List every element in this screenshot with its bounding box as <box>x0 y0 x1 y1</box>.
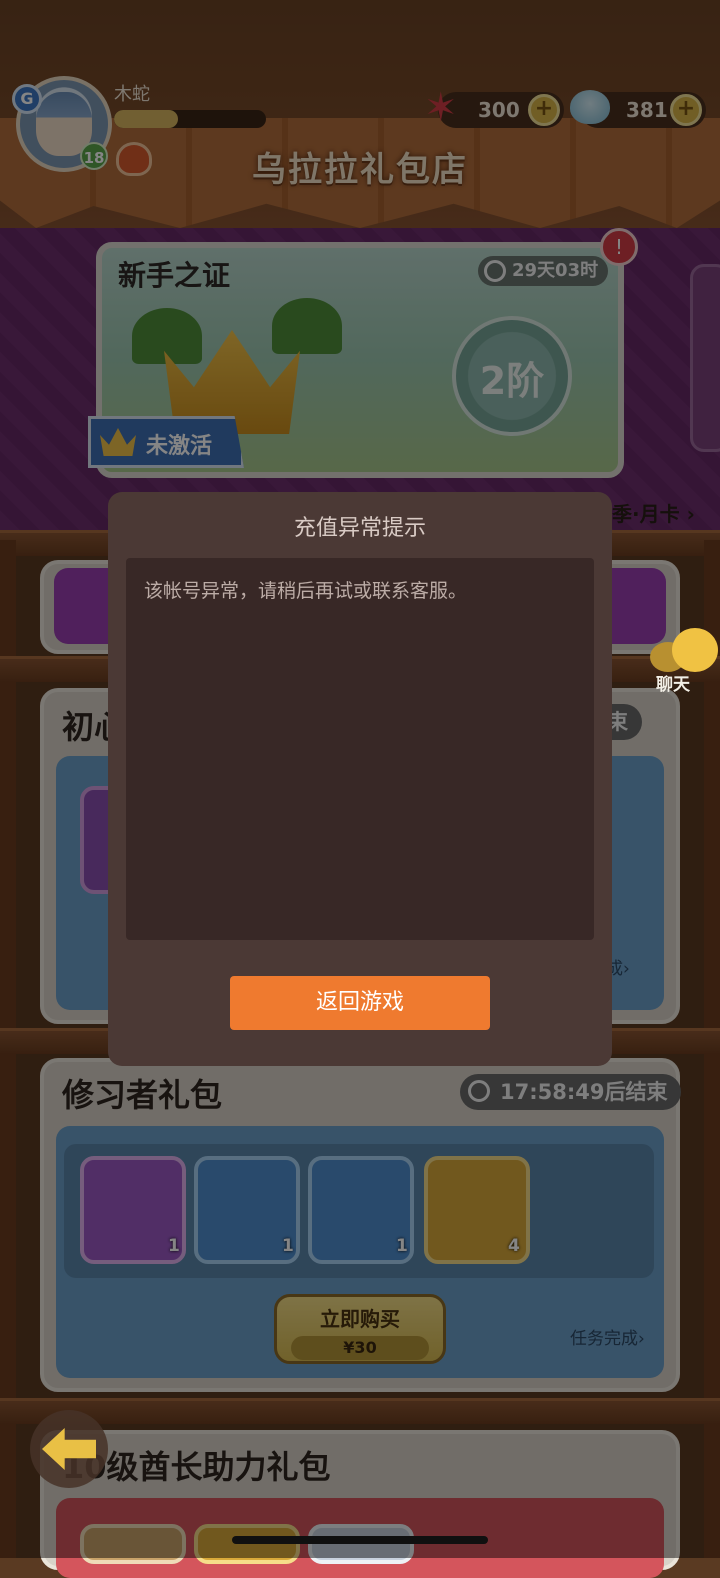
dialog-title: 充值异常提示 <box>293 516 426 541</box>
dialog-message: 该帐号异常，请稍后再试或联系客服。 <box>144 580 468 602</box>
chat-label: 聊天 <box>656 675 690 695</box>
home-indicator[interactable] <box>232 1536 488 1544</box>
chat-icon[interactable] <box>650 628 718 676</box>
dialog-body <box>126 558 594 940</box>
return-to-game-button[interactable]: 返回游戏 <box>230 976 490 1030</box>
